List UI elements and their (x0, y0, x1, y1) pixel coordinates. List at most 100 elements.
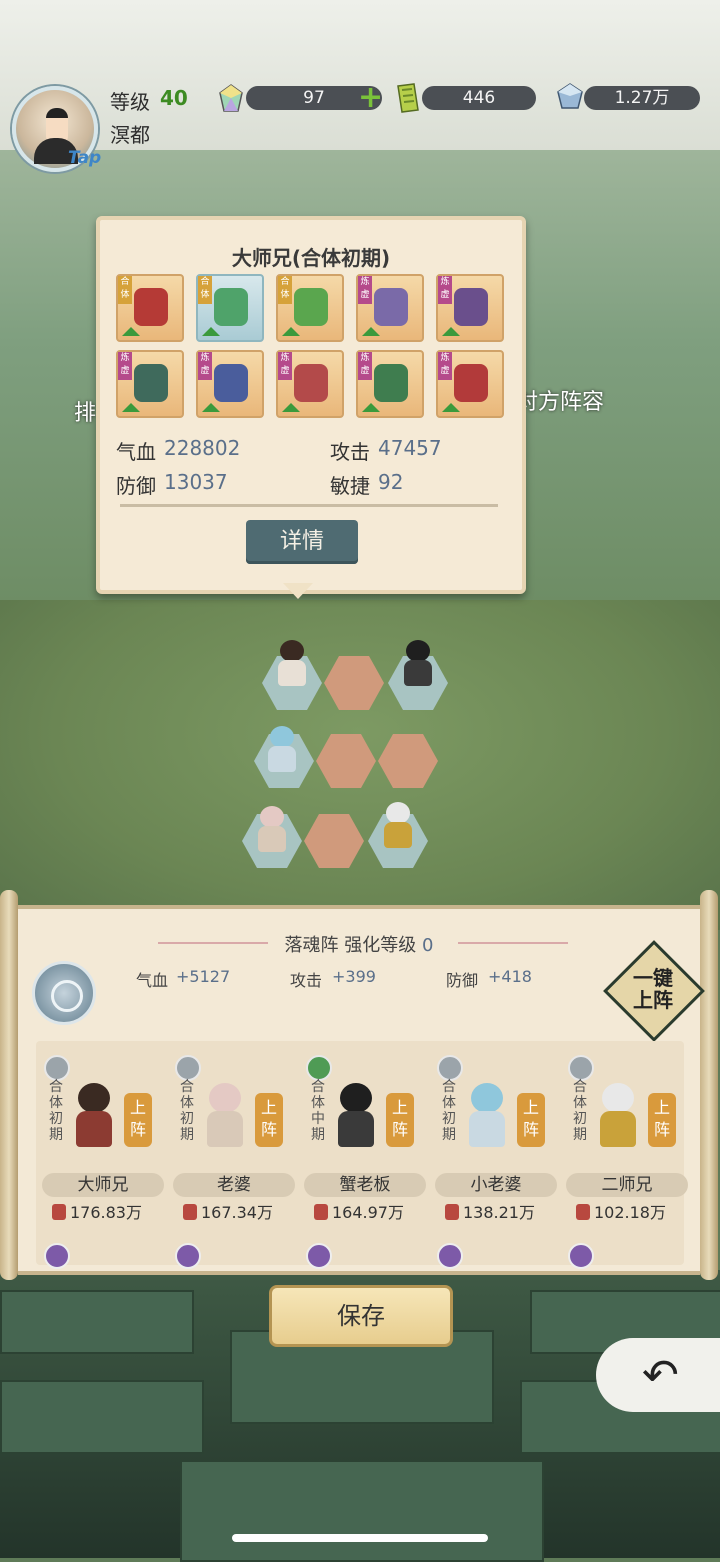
formation-swirl-icon[interactable] (32, 961, 96, 1025)
hero-name: 二师兄 (566, 1173, 688, 1197)
power-icon (314, 1204, 328, 1220)
unit-er-shixiong[interactable] (380, 802, 416, 852)
equipment-slot-staff[interactable]: 炼虚 (116, 350, 184, 418)
gem-value: 1.27万 (614, 88, 670, 108)
green-blade-icon (294, 288, 328, 326)
equipment-slot-robe[interactable]: 炼虚 (356, 274, 424, 342)
home-indicator[interactable] (232, 1534, 488, 1542)
ring-icon (454, 364, 488, 402)
power-icon (445, 1204, 459, 1220)
secondary-element-icon (568, 1243, 594, 1269)
deploy-button[interactable]: 上阵 (255, 1093, 283, 1147)
hero-power: 138.21万 (445, 1199, 535, 1223)
unit-xiao-laopo[interactable] (264, 726, 300, 776)
equipment-slot-boots[interactable]: 炼虚 (436, 274, 504, 342)
stat-attack-value: 47457 (378, 436, 442, 460)
stat-attack-label: 攻击 (330, 440, 370, 464)
deploy-button[interactable]: 上阵 (648, 1093, 676, 1147)
upgrade-arrow-icon (122, 327, 140, 336)
enemy-lineup-button[interactable]: 对方阵容 (516, 384, 604, 416)
stat-agility-value: 92 (378, 470, 404, 494)
element-icon (437, 1055, 463, 1081)
secondary-element-icon (306, 1243, 332, 1269)
upgrade-arrow-icon (202, 403, 220, 412)
hero-card[interactable]: 合体初期 上阵二师兄 102.18万 (564, 1049, 692, 1269)
hero-name: 蟹老板 (304, 1173, 426, 1197)
hero-power-value: 138.21万 (463, 1203, 535, 1222)
bonus-attack-value: +399 (332, 967, 376, 986)
hero-portrait (332, 1083, 380, 1149)
secondary-element-icon (44, 1243, 70, 1269)
sword-icon (134, 288, 168, 326)
upgrade-arrow-icon (122, 403, 140, 412)
bonus-attack-label: 攻击 (290, 971, 323, 990)
element-icon (306, 1055, 332, 1081)
bonus-hp-value: +5127 (176, 967, 231, 986)
bonus-defense-value: +418 (488, 967, 532, 986)
hero-card[interactable]: 合体中期 上阵蟹老板 164.97万 (302, 1049, 430, 1269)
deploy-button[interactable]: 上阵 (517, 1093, 545, 1147)
hero-power: 176.83万 (52, 1199, 142, 1223)
hero-name: 大师兄 (42, 1173, 164, 1197)
unit-laopo[interactable] (254, 806, 290, 856)
power-icon (52, 1204, 66, 1220)
popup-title: 大师兄(合体初期) (231, 246, 391, 270)
equipment-realm-tag: 合体 (278, 276, 292, 304)
hero-portrait (70, 1083, 118, 1149)
popup-divider (120, 504, 498, 507)
armor-icon (294, 364, 328, 402)
equipment-realm-tag: 合体 (198, 276, 212, 304)
robe-icon (374, 288, 408, 326)
add-crystal-button[interactable]: + (358, 80, 383, 115)
boots-icon (454, 288, 488, 326)
bonus-hp-label: 气血 (136, 971, 169, 990)
equipment-slot-armor[interactable]: 炼虚 (276, 350, 344, 418)
player-avatar[interactable]: Tap (12, 86, 101, 172)
equipment-realm-tag: 合体 (118, 276, 132, 304)
hero-detail-popup: 大师兄(合体初期) 合体 合体 合体 炼虚 炼虚 炼虚 炼虚 炼虚 炼虚 炼虚 气血 228802… (96, 216, 526, 594)
one-key-deploy-label: 一键 上阵 (633, 966, 673, 1012)
beads-icon (214, 364, 248, 402)
upgrade-arrow-icon (362, 403, 380, 412)
equipment-slot-beads[interactable]: 炼虚 (196, 350, 264, 418)
hero-portrait (201, 1083, 249, 1149)
stat-defense-label: 防御 (116, 474, 156, 498)
hero-name: 小老婆 (435, 1173, 557, 1197)
equipment-slot-jade-blade[interactable]: 合体 (196, 274, 264, 342)
hero-realm: 合体初期 (442, 1079, 456, 1143)
hero-power-value: 102.18万 (594, 1203, 666, 1222)
equipment-realm-tag: 炼虚 (438, 352, 452, 380)
bonus-defense-label: 防御 (446, 971, 479, 990)
unit-da-shixiong[interactable] (274, 640, 310, 690)
gem-resource-bar: 1.27万 (584, 86, 700, 110)
level-label: 等级 (110, 90, 150, 114)
formation-title: 落魂阵 强化等级 0 (18, 931, 700, 957)
save-button[interactable]: 保存 (269, 1285, 453, 1347)
element-icon (568, 1055, 594, 1081)
equipment-realm-tag: 炼虚 (358, 276, 372, 304)
stat-agility-label: 敏捷 (330, 474, 370, 498)
formation-level: 0 (422, 935, 434, 956)
hero-card[interactable]: 合体初期 上阵小老婆 138.21万 (433, 1049, 561, 1269)
rainbow-crystal-icon (218, 84, 244, 112)
stat-hp-label: 气血 (116, 440, 156, 464)
secondary-element-icon (175, 1243, 201, 1269)
details-button[interactable]: 详情 (246, 520, 358, 564)
deploy-button[interactable]: 上阵 (124, 1093, 152, 1147)
upgrade-arrow-icon (442, 327, 460, 336)
hero-realm: 合体初期 (573, 1079, 587, 1143)
upgrade-arrow-icon (282, 403, 300, 412)
hero-card[interactable]: 合体初期 上阵大师兄 176.83万 (40, 1049, 168, 1269)
hero-card[interactable]: 合体初期 上阵老婆 167.34万 (171, 1049, 299, 1269)
blue-gem-icon (555, 82, 583, 109)
popup-pointer (283, 583, 313, 599)
equipment-slot-sword[interactable]: 合体 (116, 274, 184, 342)
unit-xie-laoban[interactable] (400, 640, 436, 690)
equipment-slot-ring[interactable]: 炼虚 (436, 350, 504, 418)
power-icon (576, 1204, 590, 1220)
equipment-slot-helmet[interactable]: 炼虚 (356, 350, 424, 418)
deploy-button[interactable]: 上阵 (386, 1093, 414, 1147)
formation-side-label[interactable]: 排 (74, 395, 96, 427)
equipment-slot-green-blade[interactable]: 合体 (276, 274, 344, 342)
hero-portrait (594, 1083, 642, 1149)
